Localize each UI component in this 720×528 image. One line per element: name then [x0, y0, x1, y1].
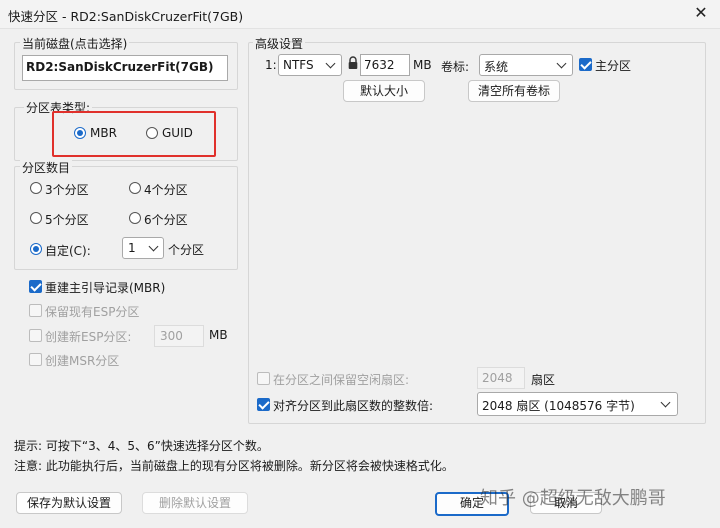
partition-index: 1: [265, 58, 277, 72]
esp-size-unit: MB [209, 328, 228, 342]
volume-label-select[interactable]: 系统 [479, 54, 573, 76]
chevron-down-icon [556, 58, 567, 69]
fs-select[interactable]: NTFS [278, 54, 342, 76]
rebuild-mbr-checkbox[interactable] [29, 280, 42, 293]
keep-esp-checkbox[interactable] [29, 304, 42, 317]
rebuild-mbr-label[interactable]: 重建主引导记录(MBR) [45, 279, 165, 296]
custom-count-select[interactable]: 1 [122, 237, 164, 259]
partition-count-label: 分区数目 [20, 159, 73, 176]
count-custom-radio[interactable] [30, 243, 42, 255]
fs-value: NTFS [283, 58, 314, 72]
disk-group-label: 当前磁盘(点击选择) [20, 35, 130, 52]
chevron-down-icon [660, 397, 671, 408]
custom-count-suffix: 个分区 [168, 243, 205, 257]
custom-count-value: 1 [128, 241, 136, 255]
size-field[interactable]: 7632 [360, 54, 410, 76]
clear-labels-button[interactable]: 清空所有卷标 [468, 80, 560, 102]
align-checkbox[interactable] [257, 398, 270, 411]
size-value: 7632 [364, 58, 395, 72]
create-esp-checkbox[interactable] [29, 329, 42, 342]
keep-free-label: 在分区之间保留空闲扇区: [273, 373, 410, 387]
lock-icon[interactable] [348, 56, 358, 70]
align-label[interactable]: 对齐分区到此扇区数的整数倍: [273, 397, 433, 414]
chevron-down-icon [148, 241, 159, 252]
count-3-radio[interactable] [30, 182, 42, 194]
disk-selector[interactable]: RD2:SanDiskCruzerFit(7GB) [22, 55, 228, 81]
count-4-radio[interactable] [129, 182, 141, 194]
count-4-label[interactable]: 4个分区 [144, 181, 188, 198]
esp-size-value: 300 [160, 329, 183, 343]
volume-label-caption: 卷标: [441, 60, 470, 74]
delete-default-button[interactable]: 删除默认设置 [142, 492, 248, 514]
count-3-label[interactable]: 3个分区 [45, 181, 89, 198]
align-select[interactable]: 2048 扇区 (1048576 字节) [477, 392, 678, 416]
count-6-label[interactable]: 6个分区 [144, 211, 188, 228]
keep-esp-label: 保留现有ESP分区 [45, 305, 140, 319]
chevron-down-icon [325, 58, 336, 69]
close-icon[interactable]: ✕ [690, 2, 712, 24]
create-msr-checkbox[interactable] [29, 353, 42, 366]
disk-name: RD2:SanDiskCruzerFit(7GB) [26, 60, 214, 74]
volume-label-value: 系统 [484, 60, 509, 74]
note-text: 注意: 此功能执行后，当前磁盘上的现有分区将被删除。新分区将会被快速格式化。 [14, 459, 454, 473]
advanced-label: 高级设置 [253, 35, 306, 52]
window-title: 快速分区 - RD2:SanDiskCruzerFit(7GB) [8, 9, 244, 24]
create-msr-label: 创建MSR分区 [45, 354, 120, 368]
count-custom-label[interactable]: 自定(C): [45, 242, 91, 259]
default-size-button[interactable]: 默认大小 [343, 80, 425, 102]
watermark: 知乎 @超级无敌大鹏哥 [480, 488, 666, 509]
keep-free-value: 2048 [482, 371, 513, 385]
keep-free-field[interactable]: 2048 [477, 367, 525, 389]
count-5-label[interactable]: 5个分区 [45, 211, 89, 228]
create-esp-label: 创建新ESP分区: [45, 330, 132, 344]
count-6-radio[interactable] [129, 212, 141, 224]
size-unit: MB [413, 58, 432, 72]
primary-label[interactable]: 主分区 [595, 57, 631, 74]
primary-checkbox[interactable] [579, 58, 592, 71]
esp-size-field[interactable]: 300 [154, 325, 204, 347]
keep-free-checkbox[interactable] [257, 372, 270, 385]
save-default-button[interactable]: 保存为默认设置 [16, 492, 122, 514]
highlight-box [52, 111, 216, 157]
keep-free-unit: 扇区 [531, 373, 556, 387]
align-value: 2048 扇区 (1048576 字节) [482, 399, 635, 413]
tip-text: 提示: 可按下“3、4、5、6”快速选择分区个数。 [14, 439, 269, 453]
count-5-radio[interactable] [30, 212, 42, 224]
